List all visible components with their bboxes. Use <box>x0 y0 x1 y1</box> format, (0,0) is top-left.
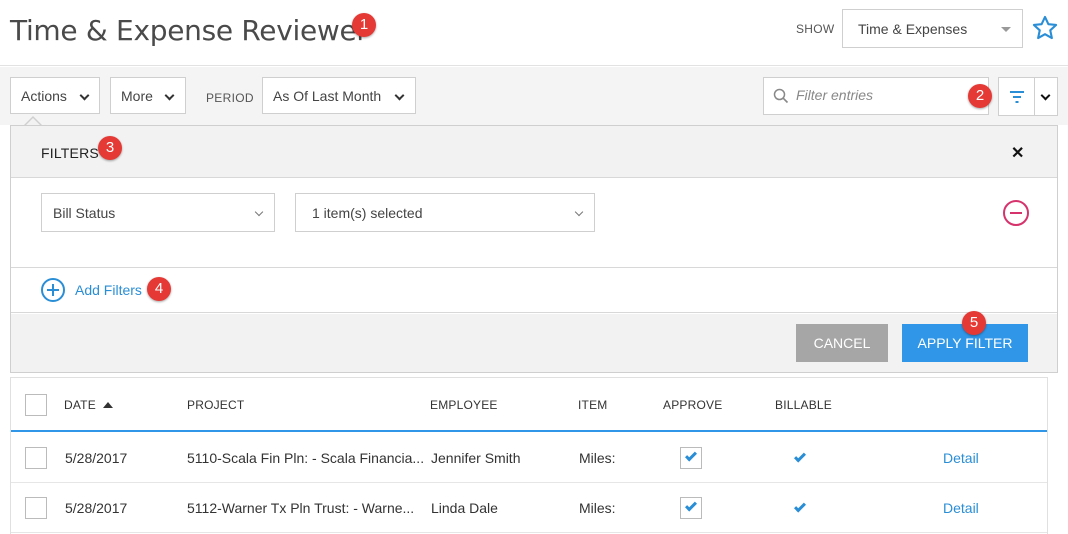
caret-down-icon <box>1001 27 1011 32</box>
table-header: DATE PROJECT EMPLOYEE ITEM APPROVE BILLA… <box>11 378 1047 432</box>
period-value: As Of Last Month <box>273 88 382 104</box>
cancel-button[interactable]: CANCEL <box>796 324 888 362</box>
page-header: Time & Expense Reviewer 1 SHOW Time & Ex… <box>0 0 1068 66</box>
billable-checkmark-icon <box>793 450 807 463</box>
close-icon[interactable]: ✕ <box>1011 143 1024 163</box>
show-select[interactable]: Time & Expenses <box>842 9 1023 48</box>
checkmark-icon <box>684 449 698 462</box>
row-item: Miles: <box>579 450 616 466</box>
actions-label: Actions <box>21 88 67 104</box>
billable-checkmark-icon <box>793 500 807 513</box>
search-input[interactable] <box>796 87 976 103</box>
detail-link[interactable]: Detail <box>943 450 979 466</box>
star-icon[interactable] <box>1031 14 1059 42</box>
chevron-down-icon <box>254 207 264 217</box>
filter-field-select[interactable]: Bill Status <box>41 193 275 232</box>
column-header-project[interactable]: PROJECT <box>187 398 244 412</box>
chevron-down-icon <box>1040 90 1051 101</box>
page-title: Time & Expense Reviewer <box>10 14 368 47</box>
column-header-employee[interactable]: EMPLOYEE <box>430 398 498 412</box>
table-row: 5/28/2017 5112-Warner Tx Pln Trust: - Wa… <box>11 483 1047 533</box>
row-project: 5110-Scala Fin Pln: - Scala Financia... <box>187 450 425 466</box>
period-label: PERIOD <box>206 91 254 105</box>
filter-value-select[interactable]: 1 item(s) selected <box>295 193 595 232</box>
show-label: SHOW <box>796 22 835 36</box>
row-checkbox[interactable] <box>25 497 47 519</box>
filter-icon <box>1010 91 1024 103</box>
filters-title: FILTERS <box>41 145 99 161</box>
chevron-down-icon <box>79 90 90 101</box>
filter-row: Bill Status 1 item(s) selected <box>11 178 1057 268</box>
column-header-approve[interactable]: APPROVE <box>663 398 722 412</box>
column-header-item[interactable]: ITEM <box>578 398 607 412</box>
row-checkbox[interactable] <box>25 447 47 469</box>
annotation-badge-3: 3 <box>98 136 122 160</box>
annotation-badge-5: 5 <box>962 311 986 335</box>
filters-panel-header: FILTERS 3 ✕ <box>11 126 1057 178</box>
table-row: 5/28/2017 5110-Scala Fin Pln: - Scala Fi… <box>11 433 1047 483</box>
annotation-badge-4: 4 <box>147 277 171 301</box>
column-header-date[interactable]: DATE <box>64 398 96 412</box>
column-header-billable[interactable]: BILLABLE <box>775 398 832 412</box>
add-circle-icon[interactable] <box>41 278 65 302</box>
row-date: 5/28/2017 <box>65 450 128 466</box>
checkmark-icon <box>684 499 698 512</box>
approve-checkbox[interactable] <box>680 447 702 469</box>
more-label: More <box>121 88 153 104</box>
row-item: Miles: <box>579 500 616 516</box>
row-date: 5/28/2017 <box>65 500 128 516</box>
chevron-down-icon <box>574 207 584 217</box>
add-filter-row: Add Filters 4 <box>11 268 1057 313</box>
row-employee: Jennifer Smith <box>431 450 521 466</box>
chevron-down-icon <box>394 90 405 101</box>
entries-table: DATE PROJECT EMPLOYEE ITEM APPROVE BILLA… <box>10 377 1048 534</box>
annotation-badge-1: 1 <box>352 13 376 37</box>
row-project: 5112-Warner Tx Pln Trust: - Warne... <box>187 500 415 516</box>
filters-panel-footer: CANCEL APPLY FILTER 5 <box>11 311 1057 372</box>
period-select[interactable]: As Of Last Month <box>262 77 416 114</box>
filter-options-dropdown[interactable] <box>1035 77 1058 116</box>
sort-ascending-icon[interactable] <box>103 402 113 408</box>
add-filters-link[interactable]: Add Filters <box>75 282 142 298</box>
annotation-badge-2: 2 <box>968 84 992 108</box>
filters-panel: FILTERS 3 ✕ Bill Status 1 item(s) select… <box>10 125 1058 373</box>
show-select-value: Time & Expenses <box>858 21 968 37</box>
remove-filter-icon[interactable] <box>1003 200 1029 226</box>
row-employee: Linda Dale <box>431 500 498 516</box>
more-button[interactable]: More <box>110 77 186 114</box>
toolbar: Actions More PERIOD As Of Last Month 2 <box>0 67 1068 125</box>
filter-field-value: Bill Status <box>53 205 116 221</box>
search-icon <box>773 88 789 104</box>
detail-link[interactable]: Detail <box>943 500 979 516</box>
approve-checkbox[interactable] <box>680 497 702 519</box>
chevron-down-icon <box>164 90 175 101</box>
filter-value-text: 1 item(s) selected <box>312 205 423 221</box>
actions-button[interactable]: Actions <box>10 77 100 114</box>
search-field[interactable] <box>763 77 989 115</box>
select-all-checkbox[interactable] <box>25 394 47 416</box>
filter-toggle-button[interactable] <box>998 77 1035 116</box>
